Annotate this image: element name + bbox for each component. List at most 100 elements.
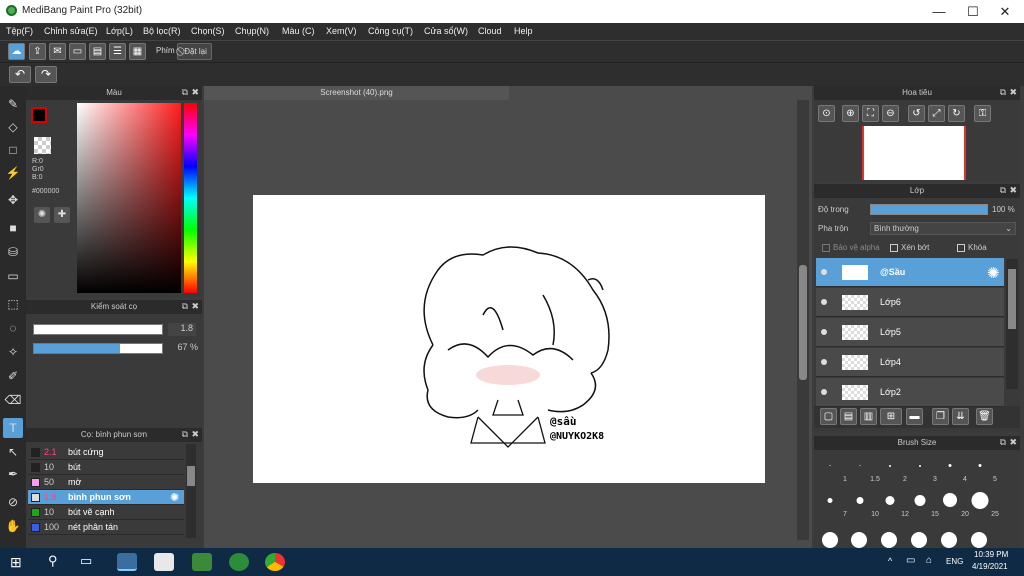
grid-icon[interactable]: ▦ [129, 43, 146, 60]
new-layer-8bit-icon[interactable]: ▤ [840, 408, 857, 425]
protect-alpha-checkbox[interactable] [822, 244, 830, 252]
dot-tool-icon[interactable]: ⚡ [3, 163, 23, 183]
brush-size-dot-large[interactable] [911, 532, 927, 548]
gradient-tool-icon[interactable]: ▭ [3, 266, 23, 286]
hand-tool-icon[interactable]: ✋ [3, 516, 23, 536]
popout-icon[interactable]: ⧉ [1000, 87, 1006, 98]
menu-layer[interactable]: Lớp(L) [106, 26, 133, 36]
menu-select[interactable]: Chọn(S) [191, 26, 225, 36]
eye-icon[interactable] [821, 329, 827, 335]
close-icon[interactable]: ✖ [1009, 87, 1017, 98]
chrome-taskbar-icon[interactable] [265, 553, 285, 571]
gear-icon[interactable]: ✺ [170, 491, 179, 504]
app-taskbar-icon[interactable] [229, 553, 249, 571]
brush-item[interactable]: 10 bút [28, 460, 184, 475]
menu-capture[interactable]: Chụp(N) [235, 26, 269, 36]
brush-size-cell[interactable]: 5 [965, 455, 997, 485]
undo-icon[interactable]: ↶ [9, 66, 31, 83]
rotate-left-icon[interactable]: ↺ [908, 105, 925, 122]
palette-icon[interactable]: ✺ [34, 207, 50, 223]
lock-icon[interactable]: ⚿ [974, 105, 991, 122]
layer-row-active[interactable]: @Sầu ✺ [816, 258, 1004, 287]
close-icon[interactable]: ✖ [191, 301, 199, 312]
rectangle-tool-icon[interactable]: □ [3, 140, 23, 160]
brush-size-slider[interactable] [33, 324, 163, 335]
menu-edit[interactable]: Chỉnh sửa(E) [44, 26, 98, 36]
gear-icon[interactable]: ✺ [987, 264, 1000, 282]
add-layer-menu-icon[interactable]: ⊞ [880, 408, 902, 425]
menu-tools[interactable]: Công cụ(T) [368, 26, 413, 36]
hue-slider[interactable] [184, 103, 197, 293]
select-eraser-icon[interactable]: ⌫ [3, 390, 23, 410]
battery-icon[interactable]: ▭ [906, 555, 915, 566]
brush-size-cell[interactable]: 1.5 [845, 455, 880, 485]
brush-size-dot-large[interactable] [941, 532, 957, 548]
menu-filter[interactable]: Bộ lọc(R) [143, 26, 181, 36]
brush-item[interactable]: 50 mờ [28, 475, 184, 490]
close-icon[interactable]: ✖ [191, 429, 199, 440]
close-icon[interactable]: ✖ [1009, 185, 1017, 196]
windows-start-icon[interactable]: ⊞ [10, 554, 22, 571]
duplicate-layer-icon[interactable]: ❐ [932, 408, 949, 425]
layer-row[interactable]: Lớp4 [816, 348, 1004, 377]
eye-icon[interactable] [821, 269, 827, 275]
eye-icon[interactable] [821, 389, 827, 395]
bucket-tool-icon[interactable]: ⛁ [3, 242, 23, 262]
brush-size-dot-large[interactable] [881, 532, 897, 548]
eyedropper-icon[interactable]: ⊘ [3, 492, 23, 512]
lock-checkbox[interactable] [957, 244, 965, 252]
canvas-tab[interactable]: Screenshot (40).png [204, 86, 509, 100]
brush-size-value[interactable]: 1.8 [168, 323, 196, 336]
popout-icon[interactable]: ⧉ [1000, 437, 1006, 448]
search-icon[interactable]: ⚲ [48, 553, 58, 569]
close-icon[interactable]: ✖ [191, 87, 199, 98]
menu-color[interactable]: Màu (C) [282, 26, 315, 36]
task-view-icon[interactable]: ▭ [80, 553, 92, 569]
brush-size-cell[interactable]: 3 [905, 455, 937, 485]
maximize-button[interactable]: ☐ [956, 0, 990, 23]
folder-icon[interactable]: ▬ [906, 408, 923, 425]
layer-row[interactable]: Lớp2 [816, 378, 1004, 407]
fit-window-icon[interactable]: ⛶ [862, 105, 879, 122]
tray-chevron-icon[interactable]: ^ [888, 556, 892, 566]
eye-icon[interactable] [821, 359, 827, 365]
clock-time[interactable]: 10:39 PM [974, 550, 1008, 559]
share-icon[interactable]: ⇪ [29, 43, 46, 60]
rotate-right-icon[interactable]: ↻ [948, 105, 965, 122]
lasso-tool-icon[interactable]: ◌ [3, 318, 23, 338]
network-icon[interactable]: ⌂ [926, 555, 932, 566]
brush-size-cell[interactable]: 7 [815, 490, 847, 520]
brush-item-active[interactable]: 1.8 bình phun sơn ✺ [28, 490, 184, 505]
brush-opacity-slider[interactable] [33, 343, 163, 354]
zoom-in-icon[interactable]: ⊕ [842, 105, 859, 122]
brush-size-dot-large[interactable] [822, 532, 838, 548]
clip-checkbox[interactable] [890, 244, 898, 252]
document-icon[interactable]: ▤ [89, 43, 106, 60]
brush-size-cell[interactable]: 20 [935, 490, 969, 520]
brush-size-dot-large[interactable] [851, 532, 867, 548]
popout-icon[interactable]: ⧉ [1000, 185, 1006, 196]
pen-tool-icon[interactable]: ✒ [3, 464, 23, 484]
transparent-swatch[interactable] [34, 137, 51, 154]
new-layer-icon[interactable]: ▢ [820, 408, 837, 425]
popout-icon[interactable]: ⧉ [182, 301, 188, 312]
brush-item[interactable]: 10 bút vẽ cạnh [28, 505, 184, 520]
game-taskbar-icon[interactable] [192, 553, 212, 571]
layer-row[interactable]: Lớp6 [816, 288, 1004, 317]
menu-help[interactable]: Help [514, 26, 533, 36]
new-layer-1bit-icon[interactable]: ▥ [860, 408, 877, 425]
magic-wand-icon[interactable]: ✧ [3, 342, 23, 362]
medibang-taskbar-icon[interactable] [117, 553, 137, 571]
canvas-vscrollbar[interactable] [797, 100, 809, 540]
navigator-thumbnail[interactable] [862, 126, 966, 180]
fill-rect-tool-icon[interactable]: ■ [3, 218, 23, 238]
layer-row[interactable]: Lớp5 [816, 318, 1004, 347]
chat-icon[interactable]: ✉ [49, 43, 66, 60]
brush-size-cell[interactable]: 12 [875, 490, 909, 520]
menu-window[interactable]: Cửa sổ(W) [424, 26, 468, 36]
fullscreen-icon[interactable]: ⤢ [928, 105, 945, 122]
brush-size-cell[interactable]: 10 [845, 490, 879, 520]
messenger-taskbar-icon[interactable] [154, 553, 174, 571]
select-tool-icon[interactable]: ⬚ [3, 294, 23, 314]
zoom-out-icon[interactable]: ⊖ [882, 105, 899, 122]
